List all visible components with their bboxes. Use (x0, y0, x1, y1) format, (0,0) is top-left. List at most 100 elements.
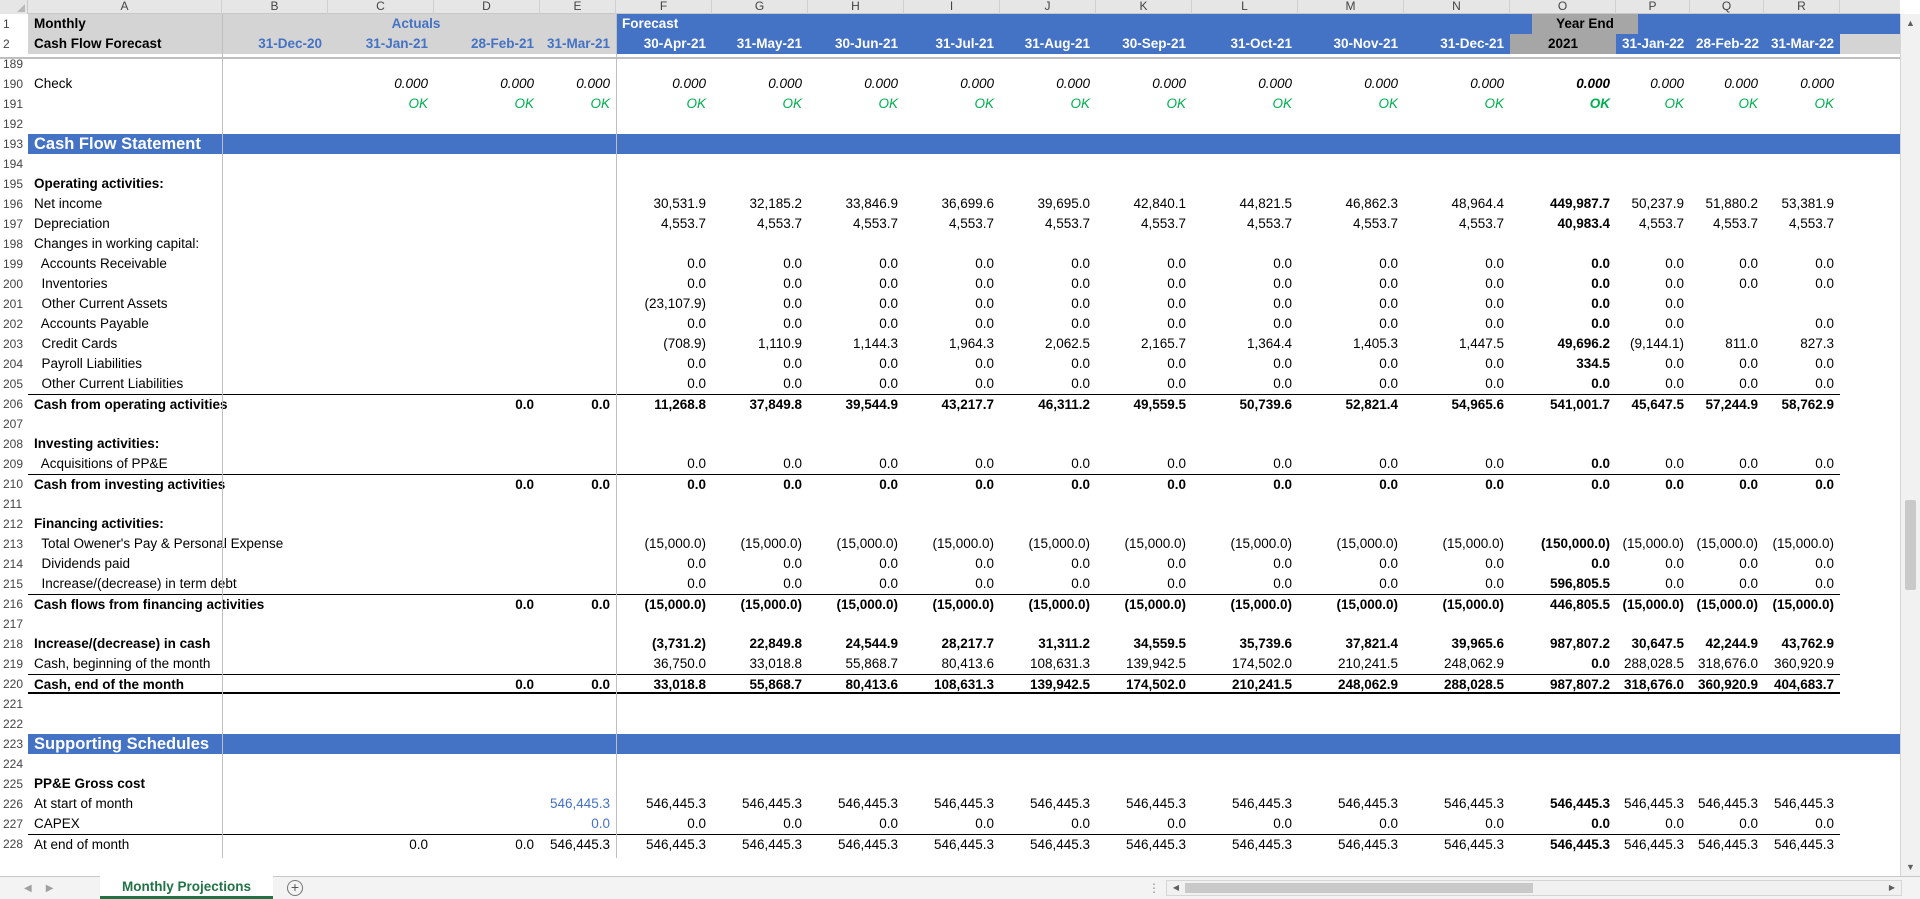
row-number[interactable]: 202 (0, 314, 28, 334)
table-cell[interactable] (328, 114, 434, 134)
row-number[interactable]: 209 (0, 454, 28, 474)
table-cell[interactable]: 0.0 (1096, 814, 1192, 834)
table-cell[interactable]: 30,531.9 (616, 194, 712, 214)
table-cell[interactable] (434, 434, 540, 454)
table-cell[interactable] (222, 294, 328, 314)
table-cell[interactable]: 0.0 (540, 674, 616, 694)
table-cell[interactable] (1690, 694, 1764, 714)
table-cell[interactable] (1096, 414, 1192, 434)
table-cell[interactable]: 0.0 (712, 374, 808, 394)
table-cell[interactable] (1510, 174, 1616, 194)
table-cell[interactable] (904, 694, 1000, 714)
table-cell[interactable]: 108,631.3 (904, 674, 1000, 694)
table-cell[interactable] (712, 774, 808, 794)
table-cell[interactable] (1192, 774, 1298, 794)
table-cell[interactable] (222, 574, 328, 594)
table-cell[interactable]: 318,676.0 (1690, 654, 1764, 674)
table-cell[interactable] (1616, 234, 1690, 254)
table-cell[interactable]: 0.0 (1000, 814, 1096, 834)
table-cell[interactable]: 0.0 (434, 834, 540, 854)
table-cell[interactable]: 0.0 (1096, 274, 1192, 294)
table-cell[interactable]: 0.0 (616, 354, 712, 374)
table-cell[interactable] (1298, 694, 1404, 714)
table-cell[interactable]: 0.0 (1192, 374, 1298, 394)
date-header[interactable]: 31-Dec-20 (222, 34, 328, 54)
row-number[interactable]: 196 (0, 194, 28, 214)
table-cell[interactable]: 596,805.5 (1510, 574, 1616, 594)
row-number[interactable]: 212 (0, 514, 28, 534)
row-label[interactable]: Net income (28, 194, 222, 214)
table-cell[interactable]: 36,750.0 (616, 654, 712, 674)
table-cell[interactable]: 546,445.3 (1690, 794, 1764, 814)
table-cell[interactable]: 0.0 (1192, 294, 1298, 314)
table-cell[interactable]: 546,445.3 (1404, 794, 1510, 814)
table-cell[interactable] (1510, 614, 1616, 634)
table-cell[interactable]: 546,445.3 (1298, 834, 1404, 854)
table-cell[interactable]: OK (904, 94, 1000, 114)
table-cell[interactable]: 0.0 (1298, 574, 1404, 594)
table-cell[interactable]: 1,964.3 (904, 334, 1000, 354)
table-cell[interactable]: 53,381.9 (1764, 194, 1840, 214)
table-cell[interactable] (328, 574, 434, 594)
row-number[interactable]: 193 (0, 134, 28, 154)
table-cell[interactable]: (9,144.1) (1616, 334, 1690, 354)
table-cell[interactable]: 0.000 (1616, 74, 1690, 94)
table-cell[interactable] (1764, 614, 1840, 634)
table-cell[interactable] (540, 634, 616, 654)
table-cell[interactable]: OK (808, 94, 904, 114)
table-cell[interactable] (328, 494, 434, 514)
table-cell[interactable] (616, 434, 712, 454)
table-cell[interactable] (1616, 114, 1690, 134)
table-cell[interactable]: 0.000 (712, 74, 808, 94)
horizontal-scroll-thumb[interactable] (1185, 883, 1533, 893)
table-cell[interactable]: 0.0 (712, 254, 808, 274)
table-cell[interactable] (222, 94, 328, 114)
row-label[interactable]: Operating activities: (28, 174, 222, 194)
table-cell[interactable]: 210,241.5 (1298, 654, 1404, 674)
table-cell[interactable]: 0.0 (1616, 474, 1690, 494)
table-cell[interactable]: 0.0 (1690, 254, 1764, 274)
table-cell[interactable] (222, 414, 328, 434)
table-cell[interactable]: 0.0 (1096, 254, 1192, 274)
table-cell[interactable]: 0.0 (616, 554, 712, 574)
row-label[interactable]: Accounts Receivable (28, 254, 222, 274)
table-cell[interactable]: 0.000 (1000, 74, 1096, 94)
table-cell[interactable] (1000, 714, 1096, 734)
row-number[interactable]: 207 (0, 414, 28, 434)
table-cell[interactable] (222, 554, 328, 574)
table-cell[interactable] (434, 334, 540, 354)
row-label[interactable] (28, 154, 222, 174)
table-cell[interactable]: 4,553.7 (712, 214, 808, 234)
table-cell[interactable] (1616, 714, 1690, 734)
row-number[interactable]: 192 (0, 114, 28, 134)
column-header-b[interactable]: B (222, 0, 328, 14)
table-cell[interactable]: 0.000 (1510, 74, 1616, 94)
table-cell[interactable]: 39,695.0 (1000, 194, 1096, 214)
table-cell[interactable]: 0.0 (434, 474, 540, 494)
table-cell[interactable] (1192, 514, 1298, 534)
table-cell[interactable] (808, 614, 904, 634)
table-cell[interactable]: 334.5 (1510, 354, 1616, 374)
section-title[interactable]: Supporting Schedules (28, 734, 1840, 754)
table-cell[interactable]: 4,553.7 (1404, 214, 1510, 234)
table-cell[interactable]: (15,000.0) (808, 534, 904, 554)
table-cell[interactable]: (23,107.9) (616, 294, 712, 314)
table-cell[interactable]: 0.0 (1096, 554, 1192, 574)
table-cell[interactable] (1404, 114, 1510, 134)
table-cell[interactable]: 0.0 (1764, 554, 1840, 574)
table-cell[interactable]: 4,553.7 (1096, 214, 1192, 234)
table-cell[interactable]: 811.0 (1690, 334, 1764, 354)
table-cell[interactable] (540, 354, 616, 374)
date-header[interactable]: 30-Jun-21 (808, 34, 904, 54)
table-cell[interactable] (712, 494, 808, 514)
table-cell[interactable]: 0.0 (808, 814, 904, 834)
table-cell[interactable] (434, 114, 540, 134)
table-cell[interactable] (1298, 774, 1404, 794)
table-cell[interactable] (222, 354, 328, 374)
table-cell[interactable]: 39,544.9 (808, 394, 904, 414)
column-header-r[interactable]: R (1764, 0, 1840, 14)
table-cell[interactable]: 1,364.4 (1192, 334, 1298, 354)
table-cell[interactable]: 1,110.9 (712, 334, 808, 354)
table-cell[interactable] (1000, 694, 1096, 714)
table-cell[interactable]: 0.0 (1192, 314, 1298, 334)
